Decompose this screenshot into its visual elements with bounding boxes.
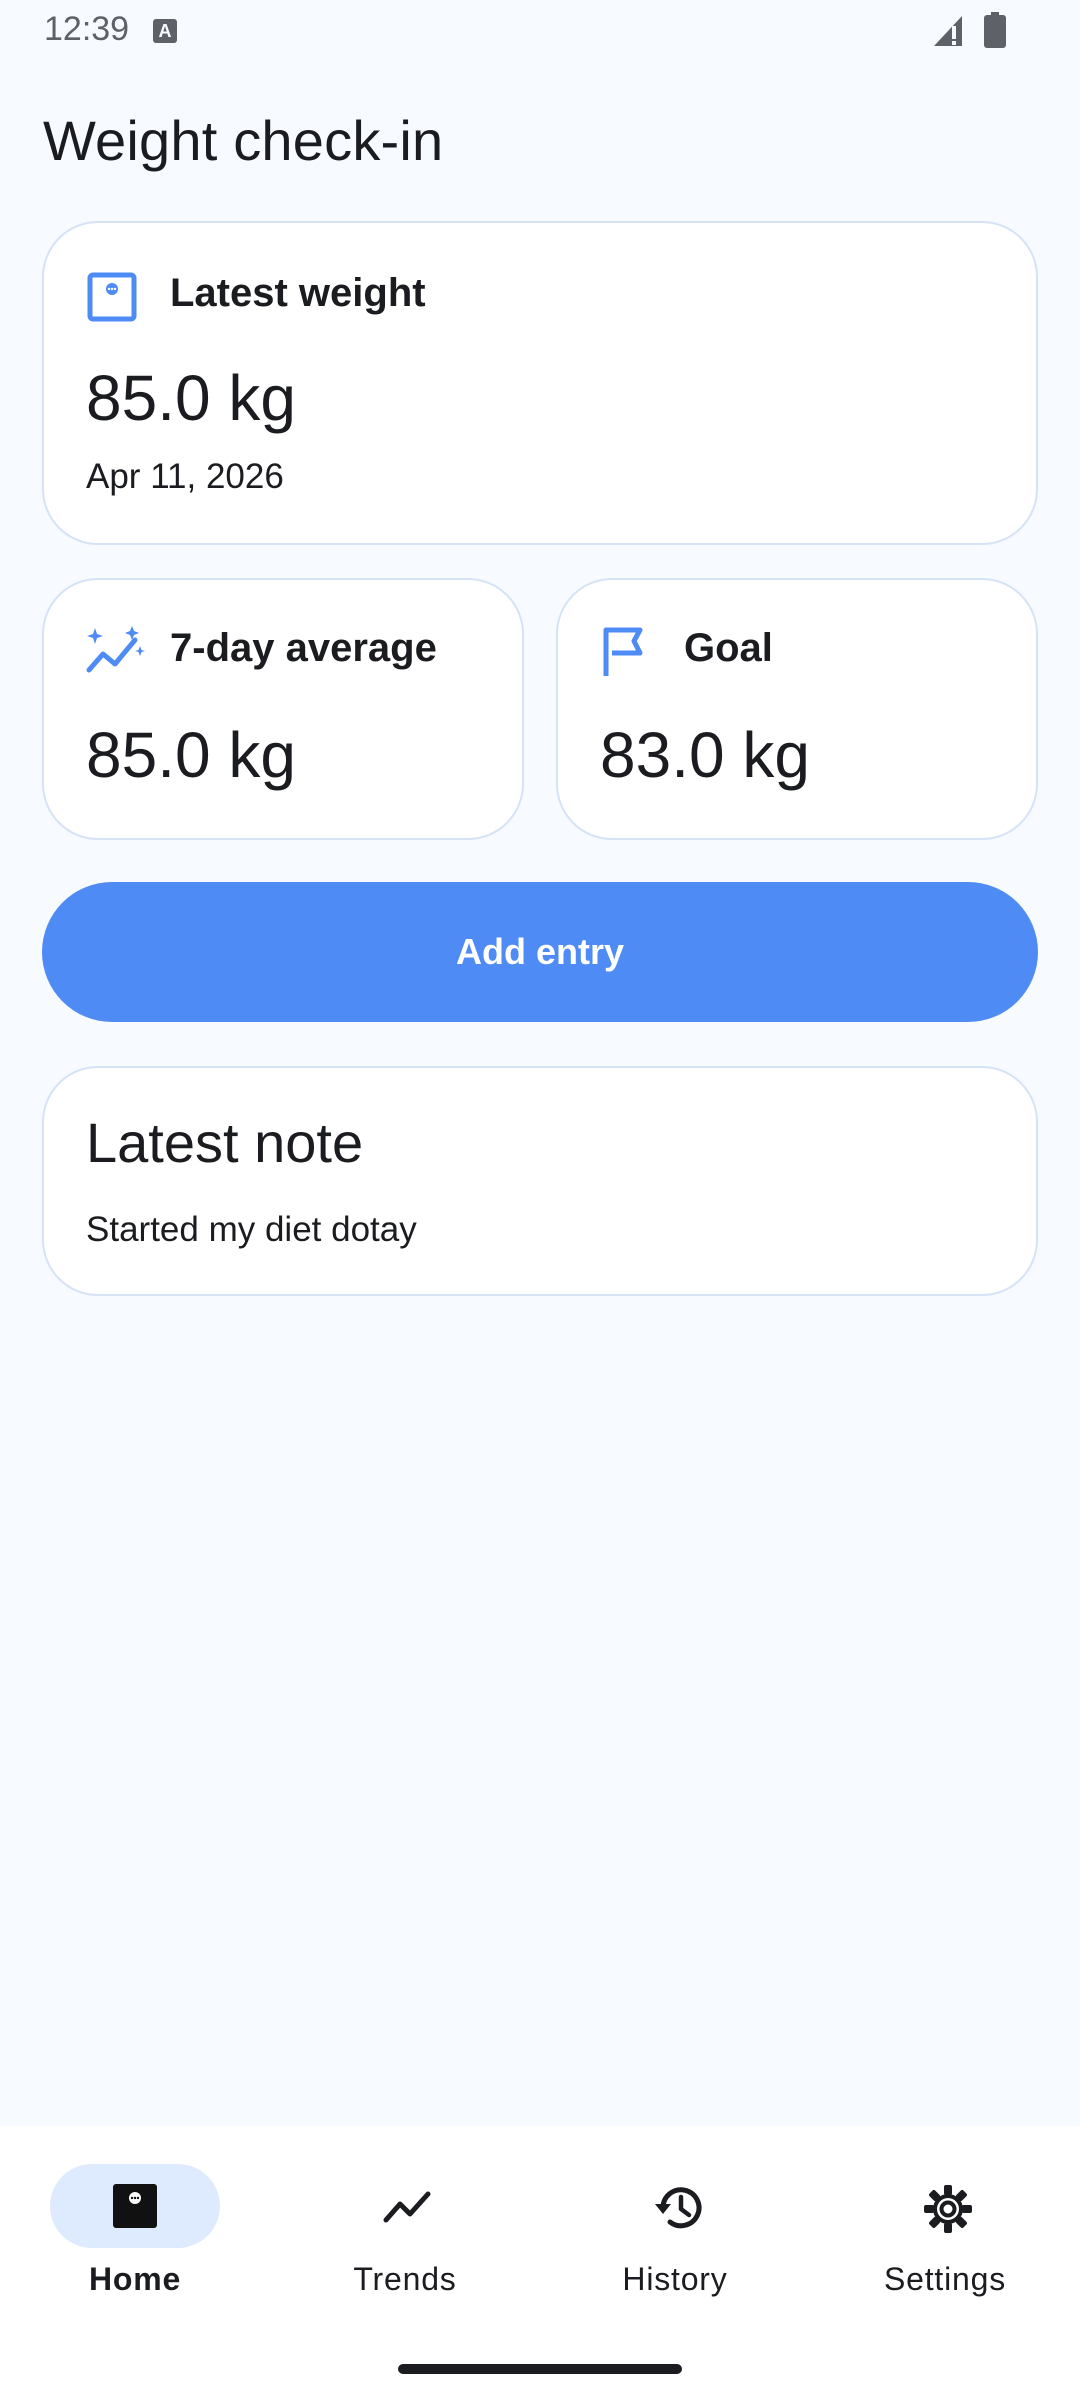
latest-weight-label: Latest weight	[170, 271, 426, 315]
latest-note-title: Latest note	[86, 1111, 364, 1174]
scale-icon	[87, 272, 137, 322]
seven-day-average-value: 85.0 kg	[86, 719, 296, 791]
nav-label-trends: Trends	[353, 2261, 457, 2297]
nav-item-settings[interactable]: Settings	[810, 2126, 1080, 2326]
nav-label-home: Home	[88, 2261, 182, 2297]
signal-icon	[934, 16, 962, 46]
nav-label-history: History	[622, 2261, 728, 2297]
gear-icon	[924, 2185, 972, 2233]
goal-label: Goal	[684, 626, 773, 670]
home-indicator[interactable]	[398, 2364, 682, 2374]
latest-weight-card: Latest weight 85.0 kg Apr 11, 2026	[42, 221, 1038, 545]
trend-line-icon	[383, 2191, 431, 2223]
add-entry-button[interactable]: Add entry	[42, 882, 1038, 1022]
battery-icon	[984, 12, 1006, 48]
goal-value: 83.0 kg	[600, 719, 810, 791]
bottom-navigation: Home Trends History Settings	[0, 2126, 1080, 2400]
status-time: 12:39	[44, 10, 130, 48]
trend-sparkle-icon	[86, 626, 145, 673]
latest-note-text: Started my diet dotay	[86, 1210, 417, 1249]
history-icon	[655, 2187, 702, 2229]
page-title: Weight check-in	[43, 109, 444, 172]
seven-day-average-label: 7-day average	[170, 626, 437, 670]
latest-weight-date: Apr 11, 2026	[86, 457, 284, 496]
nav-item-trends[interactable]: Trends	[270, 2126, 540, 2326]
latest-weight-value: 85.0 kg	[86, 362, 296, 434]
a-letter-icon: A	[153, 19, 177, 43]
nav-item-history[interactable]: History	[540, 2126, 810, 2326]
flag-icon	[603, 627, 643, 676]
scale-icon	[113, 2184, 157, 2228]
status-bar: 12:39 A	[0, 0, 1080, 62]
latest-note-card: Latest note Started my diet dotay	[42, 1066, 1038, 1296]
goal-card: Goal 83.0 kg	[556, 578, 1038, 840]
seven-day-average-card: 7-day average 85.0 kg	[42, 578, 524, 840]
nav-item-home[interactable]: Home	[0, 2126, 270, 2326]
nav-label-settings: Settings	[883, 2261, 1007, 2297]
